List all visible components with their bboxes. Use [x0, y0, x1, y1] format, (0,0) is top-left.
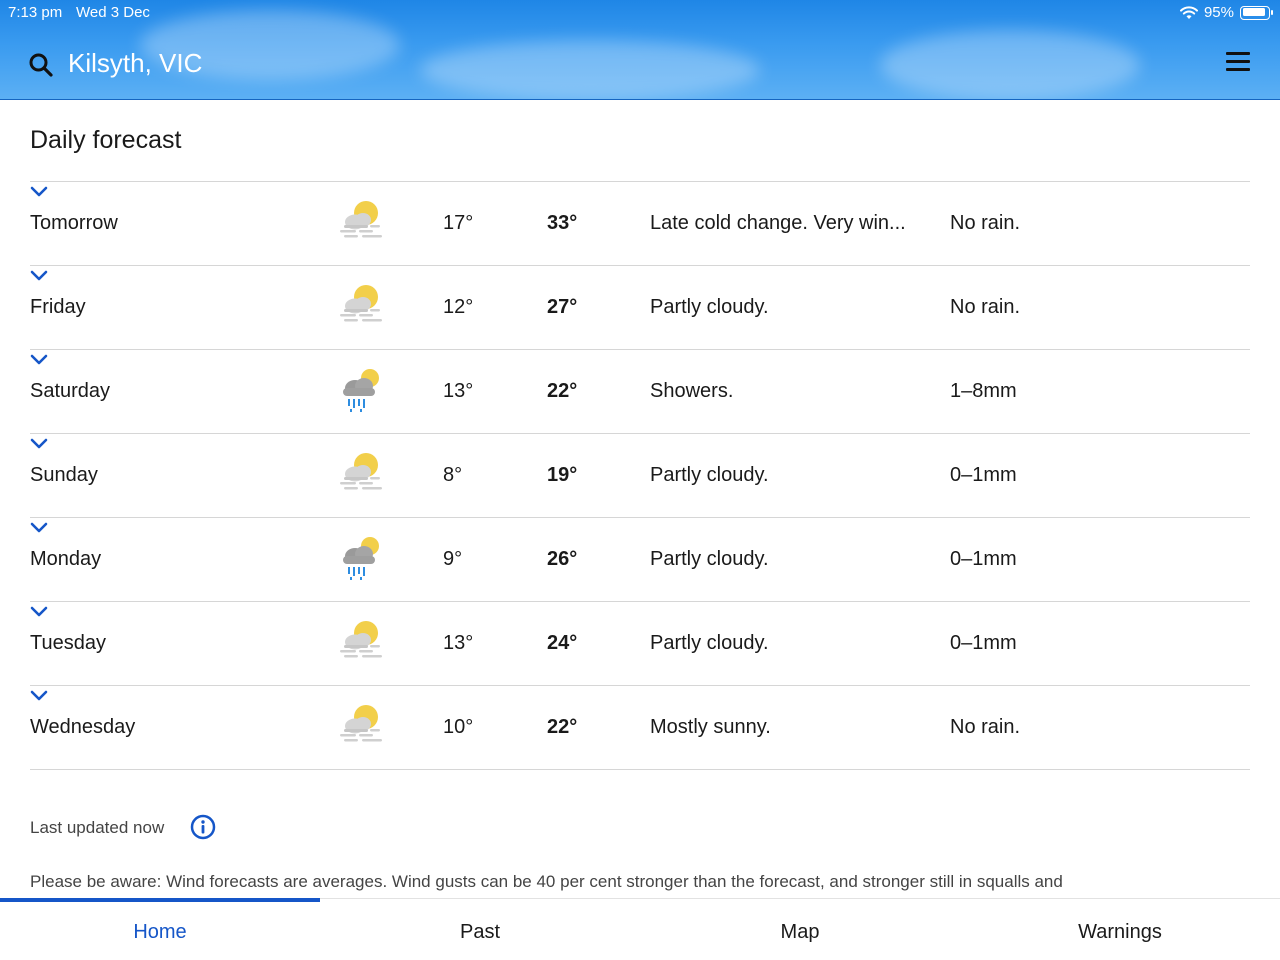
max-temp: 27° — [547, 296, 578, 318]
partly-cloudy-icon — [338, 618, 386, 666]
tab-map[interactable]: Map — [640, 899, 960, 960]
rain-amount: 0–1mm — [950, 632, 1017, 654]
partly-cloudy-icon — [338, 702, 386, 750]
min-temp: 17° — [443, 212, 474, 234]
tab-warnings[interactable]: Warnings — [960, 899, 1280, 960]
max-temp: 24° — [547, 632, 578, 654]
min-temp: 10° — [443, 716, 474, 738]
min-temp: 8° — [443, 464, 463, 486]
forecast-day: Tuesday — [30, 632, 106, 654]
forecast-row-tuesday[interactable]: Tuesday 13° 24° Partly cloudy. 0–1mm — [30, 602, 1250, 686]
forecast-summary: Partly cloudy. — [650, 632, 769, 654]
forecast-summary: Mostly sunny. — [650, 716, 771, 738]
page-title: Daily forecast — [30, 126, 182, 154]
min-temp: 12° — [443, 296, 474, 318]
status-date: Wed 3 Dec — [76, 4, 150, 21]
chevron-down-icon[interactable] — [30, 353, 48, 367]
rain-amount: 0–1mm — [950, 464, 1017, 486]
tab-past[interactable]: Past — [320, 899, 640, 960]
search-icon[interactable] — [28, 52, 54, 78]
chevron-down-icon[interactable] — [30, 437, 48, 451]
rain-amount: 1–8mm — [950, 380, 1017, 402]
forecast-row-monday[interactable]: Monday 9° 26° Partly cloudy. 0–1mm — [30, 518, 1250, 602]
forecast-day: Sunday — [30, 464, 98, 486]
forecast-summary: Late cold change. Very win... — [650, 212, 906, 234]
partly-cloudy-icon — [338, 198, 386, 246]
bottom-tab-bar: Home Past Map Warnings — [0, 898, 1280, 960]
forecast-day: Tomorrow — [30, 212, 118, 234]
forecast-day: Wednesday — [30, 716, 136, 738]
rain-amount: No rain. — [950, 716, 1021, 738]
chevron-down-icon[interactable] — [30, 269, 48, 283]
forecast-summary: Partly cloudy. — [650, 548, 769, 570]
forecast-day: Saturday — [30, 380, 111, 402]
info-icon[interactable] — [190, 814, 216, 840]
max-temp: 26° — [547, 548, 578, 570]
forecast-row-saturday[interactable]: Saturday 13° 22° Showers. 1–8mm — [30, 350, 1250, 434]
chevron-down-icon[interactable] — [30, 605, 48, 619]
rain-amount: No rain. — [950, 212, 1021, 234]
partly-cloudy-icon — [338, 282, 386, 330]
forecast-row-friday[interactable]: Friday 12° 27° Partly cloudy. No rain. — [30, 266, 1250, 350]
tab-home[interactable]: Home — [0, 899, 320, 960]
rain-amount: No rain. — [950, 296, 1021, 318]
last-updated-text: Last updated now — [30, 818, 165, 837]
menu-icon[interactable] — [1226, 52, 1250, 72]
battery-percent: 95% — [1203, 4, 1234, 21]
showers-icon — [338, 366, 386, 414]
wifi-icon — [1179, 5, 1198, 19]
header: 7:13 pm Wed 3 Dec 95% Kilsyth, VIC — [0, 0, 1280, 100]
max-temp: 19° — [547, 464, 578, 486]
forecast-day: Monday — [30, 548, 102, 570]
status-indicators: 95% — [1179, 4, 1273, 21]
max-temp: 33° — [547, 212, 578, 234]
forecast-row-tomorrow[interactable]: Tomorrow 17° 33° Late cold change. Very win… — [30, 182, 1250, 266]
forecast-list: Tomorrow 17° 33° Late cold change. Very win… — [30, 181, 1250, 770]
battery-icon — [1240, 5, 1273, 20]
min-temp: 13° — [443, 380, 474, 402]
sky-cloud — [880, 30, 1140, 99]
forecast-summary: Showers. — [650, 380, 734, 402]
max-temp: 22° — [547, 716, 578, 738]
forecast-summary: Partly cloudy. — [650, 464, 769, 486]
forecast-summary: Partly cloudy. — [650, 296, 769, 318]
chevron-down-icon[interactable] — [30, 521, 48, 535]
forecast-row-sunday[interactable]: Sunday 8° 19° Partly cloudy. 0–1mm — [30, 434, 1250, 518]
min-temp: 13° — [443, 632, 474, 654]
main-content: Daily forecast Tomorrow 17° 33° Late cold c… — [0, 100, 1280, 898]
sky-cloud — [420, 40, 760, 99]
min-temp: 9° — [443, 548, 463, 570]
showers-icon — [338, 534, 386, 582]
location-name[interactable]: Kilsyth, VIC — [68, 48, 202, 79]
partly-cloudy-icon — [338, 450, 386, 498]
max-temp: 22° — [547, 380, 578, 402]
chevron-down-icon[interactable] — [30, 689, 48, 703]
forecast-row-wednesday[interactable]: Wednesday 10° 22° Mostly sunny. No rain. — [30, 686, 1250, 770]
chevron-down-icon[interactable] — [30, 185, 48, 199]
forecast-day: Friday — [30, 296, 86, 318]
status-time: 7:13 pm — [8, 4, 63, 21]
rain-amount: 0–1mm — [950, 548, 1017, 570]
wind-disclaimer: Please be aware: Wind forecasts are aver… — [30, 872, 1063, 891]
status-bar: 7:13 pm Wed 3 Dec 95% — [0, 0, 1280, 26]
